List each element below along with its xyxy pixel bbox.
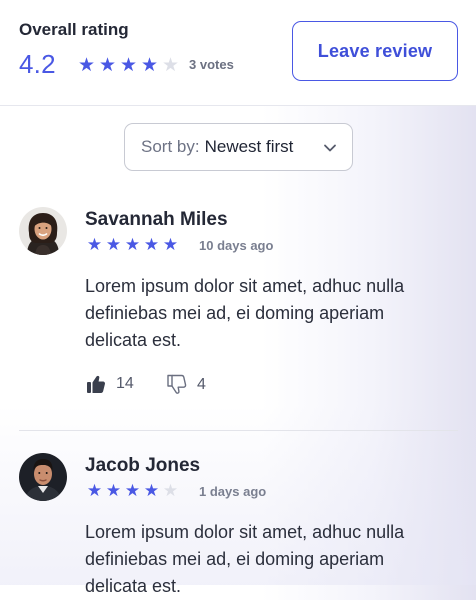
dislike-count: 4 — [197, 375, 206, 393]
thumbs-down-icon — [167, 374, 187, 394]
star-icon: ★ — [119, 55, 138, 76]
star-icon: ★ — [162, 235, 179, 254]
chevron-down-icon — [324, 144, 336, 152]
like-button[interactable]: 14 — [86, 374, 134, 394]
star-icon: ★ — [105, 481, 122, 500]
leave-review-button[interactable]: Leave review — [292, 21, 458, 81]
sort-label: Sort by: — [141, 137, 200, 156]
thumbs-up-icon — [87, 375, 105, 393]
overall-rating-stars: ★ ★ ★ ★ ★ — [77, 56, 180, 75]
star-icon: ★ — [143, 235, 160, 254]
star-icon: ★ — [105, 235, 122, 254]
review-stars: ★ ★ ★ ★ ★ — [86, 236, 179, 253]
star-icon: ★ — [161, 55, 180, 76]
sort-selected-value: Newest first — [204, 137, 294, 156]
star-icon: ★ — [140, 55, 159, 76]
review-timestamp: 1 days ago — [199, 484, 267, 499]
reviewer-name: Jacob Jones — [85, 455, 201, 476]
reviewer-name: Savannah Miles — [85, 209, 228, 230]
sort-dropdown[interactable]: Sort by: Newest first — [124, 123, 353, 171]
star-icon: ★ — [77, 55, 96, 76]
rating-summary-header: Overall rating 4.2 ★ ★ ★ ★ ★ 3 votes Lea… — [0, 0, 476, 106]
overall-rating-score: 4.2 — [19, 49, 56, 79]
star-icon: ★ — [162, 481, 179, 500]
avatar — [19, 207, 67, 255]
star-icon: ★ — [98, 55, 117, 76]
avatar — [19, 453, 67, 501]
overall-rating-label: Overall rating — [19, 20, 129, 39]
star-icon: ★ — [86, 235, 103, 254]
star-icon: ★ — [86, 481, 103, 500]
review-stars: ★ ★ ★ ★ ★ — [86, 482, 179, 499]
star-icon: ★ — [124, 481, 141, 500]
review-text: Lorem ipsum dolor sit amet, adhuc nulla … — [85, 276, 405, 350]
star-icon: ★ — [143, 481, 160, 500]
review-text: Lorem ipsum dolor sit amet, adhuc nulla … — [85, 522, 405, 596]
vote-count: 3 votes — [189, 57, 234, 72]
review-timestamp: 10 days ago — [199, 238, 274, 253]
like-count: 14 — [116, 375, 134, 392]
dislike-button[interactable]: 4 — [167, 374, 206, 395]
review-divider — [19, 430, 458, 431]
star-icon: ★ — [124, 235, 141, 254]
